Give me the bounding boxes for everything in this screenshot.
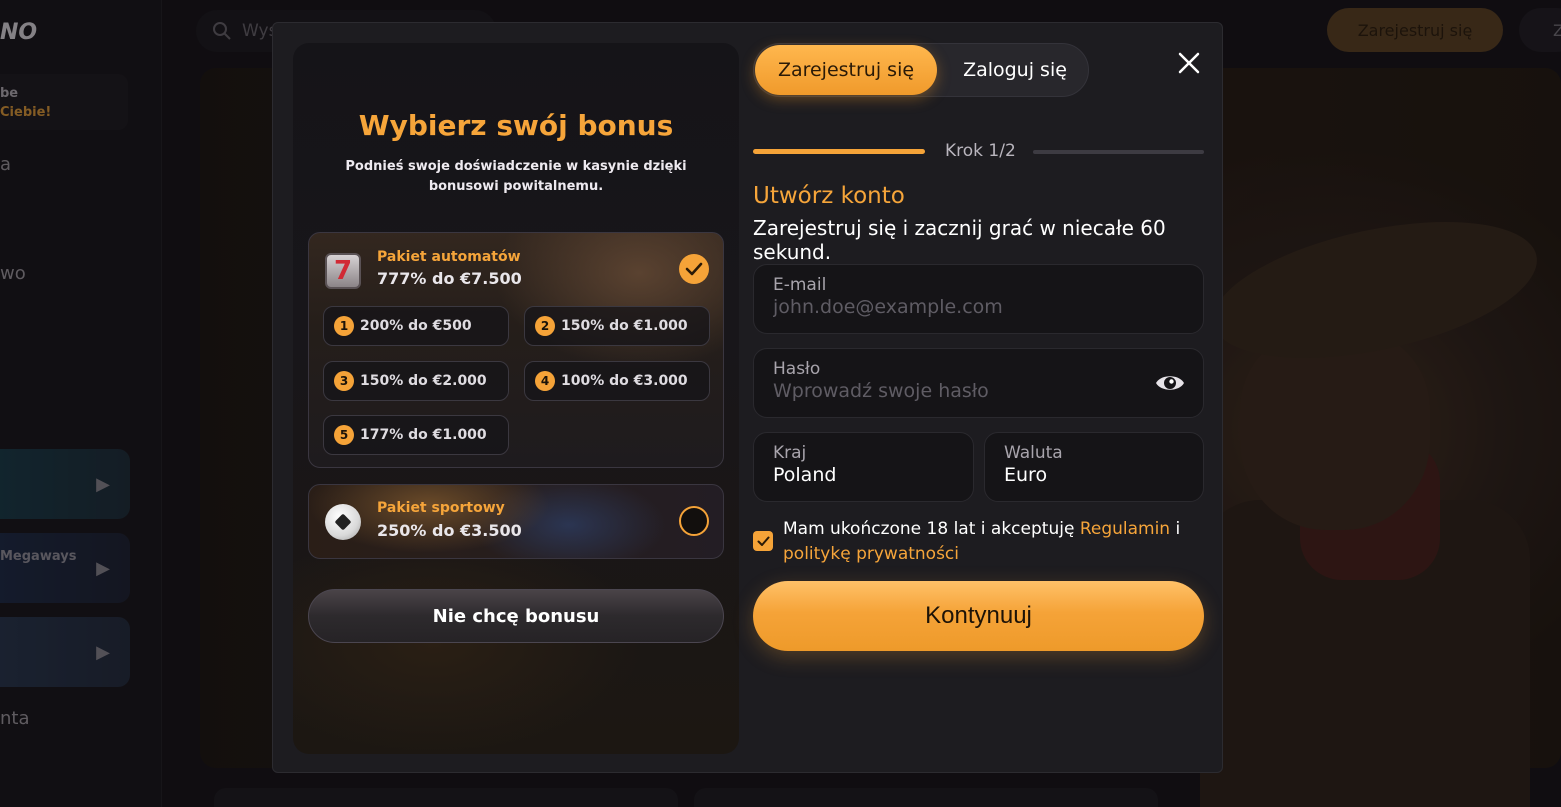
- step-label: Krok 1/2: [945, 141, 1016, 161]
- package-value: 777% do €7.500: [377, 269, 522, 288]
- unselected-radio[interactable]: [679, 506, 709, 536]
- currency-label: Waluta: [1004, 443, 1063, 463]
- terms-checkbox[interactable]: [753, 531, 773, 551]
- slot-machine-icon: 7: [323, 251, 363, 291]
- country-value: Poland: [773, 464, 837, 486]
- slots-package-card[interactable]: 7 Pakiet automatów 777% do €7.500 1 200%…: [308, 232, 724, 468]
- terms-text-and: i: [1175, 519, 1181, 539]
- bonus-tier-4: 4 100% do €3.000: [524, 361, 710, 401]
- country-select[interactable]: Kraj Poland: [753, 432, 974, 502]
- bonus-tier-2: 2 150% do €1.000: [524, 306, 710, 346]
- email-field[interactable]: E-mail: [753, 264, 1204, 334]
- email-label: E-mail: [773, 275, 827, 295]
- step-progress-filled: [753, 149, 925, 154]
- form-title: Utwórz konto: [753, 183, 905, 209]
- currency-value: Euro: [1004, 464, 1048, 486]
- auth-tabs: Zarejestruj się Zaloguj się: [753, 43, 1089, 97]
- close-icon[interactable]: [1173, 47, 1205, 79]
- email-input[interactable]: [773, 296, 1160, 318]
- bonus-tier-1: 1 200% do €500: [323, 306, 509, 346]
- eye-icon[interactable]: [1155, 371, 1185, 395]
- soccer-ball-icon: [323, 502, 363, 542]
- terms-link[interactable]: Regulamin: [1080, 519, 1170, 539]
- package-value: 250% do €3.500: [377, 521, 522, 540]
- form-subtitle: Zarejestruj się i zacznij grać w niecałe…: [753, 216, 1166, 264]
- bonus-title: Wybierz swój bonus: [358, 109, 674, 142]
- tab-login[interactable]: Zaloguj się: [944, 45, 1086, 95]
- bonus-tier-3: 3 150% do €2.000: [323, 361, 509, 401]
- country-label: Kraj: [773, 443, 807, 463]
- terms-text: Mam ukończone 18 lat i akceptuję: [783, 519, 1075, 539]
- bonus-panel: Wybierz swój bonus Podnieś swoje doświad…: [293, 43, 739, 754]
- tab-register[interactable]: Zarejestruj się: [755, 45, 937, 95]
- bonus-tier-5: 5 177% do €1.000: [323, 415, 509, 455]
- package-name: Pakiet automatów: [377, 249, 521, 265]
- no-bonus-button[interactable]: Nie chcę bonusu: [308, 589, 724, 643]
- password-label: Hasło: [773, 359, 821, 379]
- password-input[interactable]: [773, 380, 1160, 402]
- password-field[interactable]: Hasło: [753, 348, 1204, 418]
- currency-select[interactable]: Waluta Euro: [984, 432, 1204, 502]
- continue-button[interactable]: Kontynuuj: [753, 581, 1204, 651]
- sport-package-card[interactable]: Pakiet sportowy 250% do €3.500: [308, 484, 724, 559]
- registration-modal: Wybierz swój bonus Podnieś swoje doświad…: [272, 22, 1223, 773]
- selected-check-icon[interactable]: [679, 254, 709, 284]
- package-name: Pakiet sportowy: [377, 500, 505, 516]
- terms-consent: Mam ukończone 18 lat i akceptuję Regulam…: [753, 517, 1203, 567]
- privacy-policy-link[interactable]: politykę prywatności: [783, 544, 959, 564]
- step-progress-remaining: [1033, 150, 1204, 154]
- bonus-subtitle: Podnieś swoje doświadczenie w kasynie dz…: [345, 159, 687, 194]
